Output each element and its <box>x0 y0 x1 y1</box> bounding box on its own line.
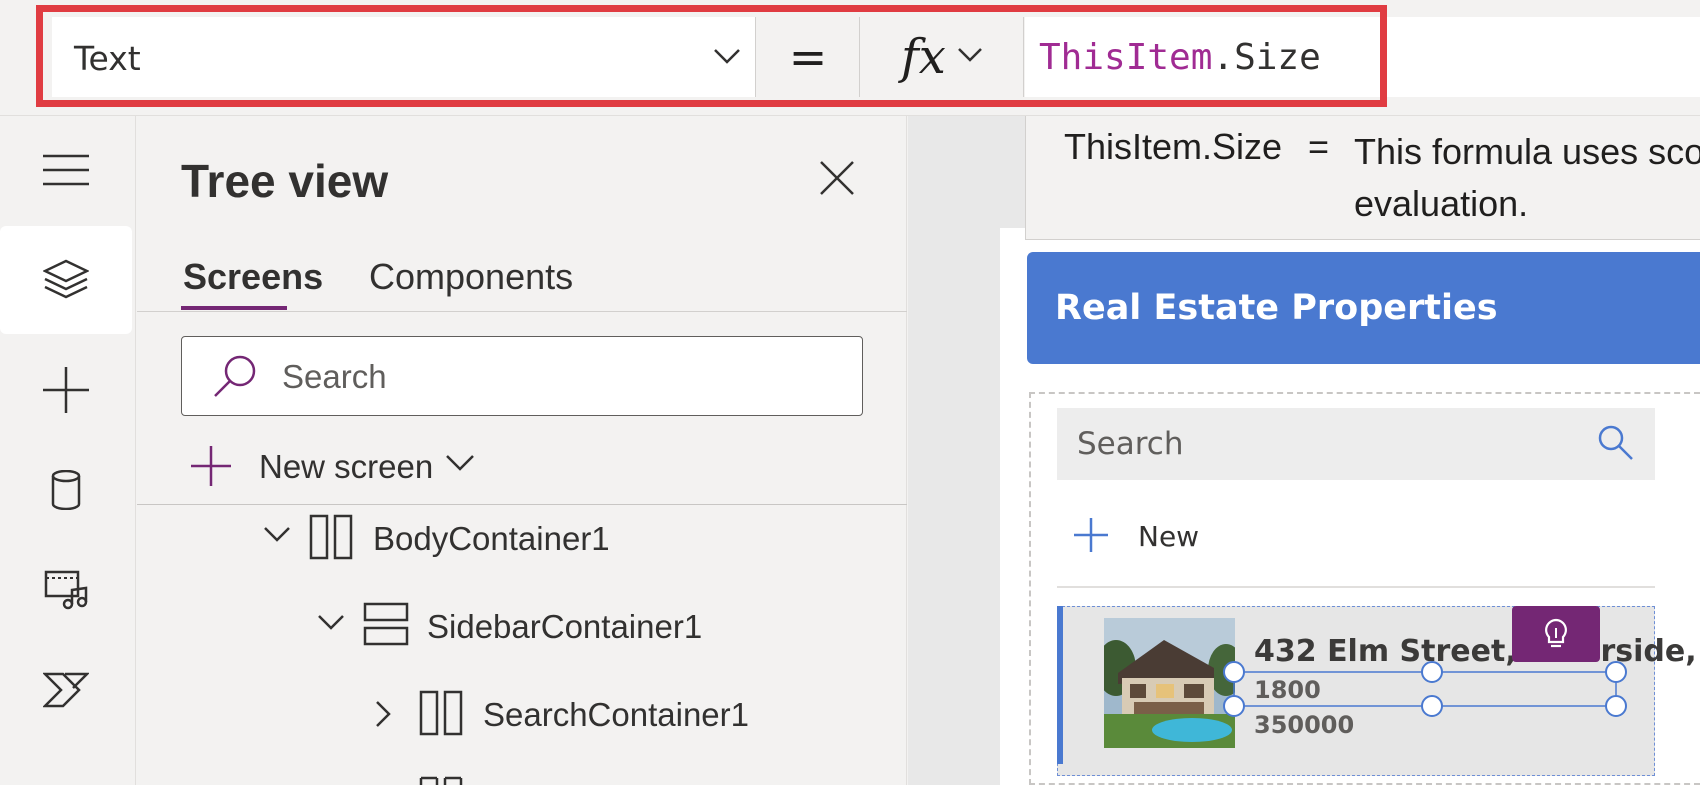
app-header-title: Real Estate Properties <box>1055 288 1498 328</box>
power-automate-icon <box>43 672 89 708</box>
insert-button[interactable] <box>0 336 132 444</box>
item-price[interactable]: 350000 <box>1254 711 1354 739</box>
tree-node-label: SearchContainer1 <box>483 696 749 733</box>
fx-icon: fx <box>901 29 946 85</box>
gallery-item-accent <box>1057 606 1063 764</box>
new-screen-button[interactable]: New screen <box>189 442 479 494</box>
data-button[interactable] <box>0 436 132 544</box>
tree-node-bodycontainer1[interactable]: BodyContainer1 <box>263 508 763 568</box>
plus-icon <box>1074 518 1108 552</box>
active-tab-indicator <box>181 306 287 310</box>
tab-components[interactable]: Components <box>369 256 573 298</box>
hamburger-menu-button[interactable] <box>0 116 132 224</box>
tree-node-searchcontainer1[interactable]: SearchContainer1 <box>373 684 873 744</box>
fx-button[interactable]: fx <box>861 17 1024 97</box>
layers-icon <box>43 259 89 299</box>
house-image <box>1104 618 1235 748</box>
search-icon <box>214 355 256 397</box>
property-dropdown[interactable]: Text <box>52 17 756 97</box>
tab-screens[interactable]: Screens <box>183 256 323 298</box>
property-image[interactable] <box>1104 618 1235 748</box>
horizontal-container-icon <box>419 776 463 785</box>
ideas-button[interactable] <box>1512 606 1600 662</box>
item-size[interactable]: 1800 <box>1254 676 1321 704</box>
plus-icon <box>191 446 231 486</box>
tree-node-label: SidebarContainer1 <box>427 608 703 645</box>
formula-text: ThisItem.Size <box>1039 37 1321 78</box>
database-icon <box>51 470 81 510</box>
chevron-down-icon[interactable] <box>263 524 291 544</box>
media-button[interactable] <box>0 536 132 644</box>
new-screen-label: New screen <box>259 448 434 485</box>
media-icon <box>44 570 88 610</box>
tree-view-title: Tree view <box>181 155 389 207</box>
formula-member: .Size <box>1212 37 1321 78</box>
power-automate-button[interactable] <box>0 636 132 744</box>
item-address[interactable]: 432 Elm Street, Riverside, <box>1254 634 1697 669</box>
formula-keyword: ThisItem <box>1039 37 1213 78</box>
divider <box>137 311 907 312</box>
tooltip-equals: = <box>1308 126 1330 167</box>
chevron-down-icon <box>958 48 982 62</box>
tooltip-description: This formula uses scope evaluation. <box>1354 131 1700 224</box>
divider <box>137 504 907 505</box>
tree-search-box <box>181 336 863 416</box>
chevron-right-icon[interactable] <box>373 700 393 728</box>
hamburger-menu-icon <box>43 154 89 186</box>
divider <box>1057 586 1655 588</box>
app-new-button[interactable]: New <box>1072 510 1272 560</box>
formula-input[interactable]: ThisItem.Size <box>1025 17 1700 97</box>
vertical-container-icon <box>363 602 409 646</box>
app-new-label: New <box>1138 520 1200 553</box>
search-icon[interactable] <box>1597 424 1635 462</box>
chevron-down-icon <box>446 455 474 471</box>
chevron-down-icon <box>714 49 740 64</box>
chevron-down-icon[interactable] <box>317 612 345 632</box>
tree-view-button[interactable] <box>0 226 132 334</box>
close-icon[interactable] <box>819 160 855 196</box>
equals-sign: = <box>757 17 860 97</box>
app-header[interactable]: Real Estate Properties <box>1027 252 1700 364</box>
plus-icon <box>43 367 89 413</box>
left-rail <box>0 116 136 785</box>
tree-node-label: BodyContainer1 <box>373 520 610 557</box>
formula-bar: Text = fx ThisItem.Size <box>0 0 1700 116</box>
lightbulb-icon <box>1545 618 1567 648</box>
property-dropdown-value: Text <box>74 39 141 78</box>
horizontal-container-icon <box>309 514 353 560</box>
formula-tooltip: ThisItem.Size = This formula uses scope … <box>1025 116 1700 240</box>
app-search-placeholder: Search <box>1077 426 1184 462</box>
app-search-box[interactable]: Search <box>1057 408 1655 480</box>
tree-view-panel: Tree view Screens Components New screen … <box>137 116 907 785</box>
tooltip-expression: ThisItem.Size <box>1064 126 1283 167</box>
tree-search-input[interactable] <box>282 355 842 399</box>
tree-node-sidebarcontainer1[interactable]: SidebarContainer1 <box>317 596 817 656</box>
horizontal-container-icon <box>419 690 463 736</box>
